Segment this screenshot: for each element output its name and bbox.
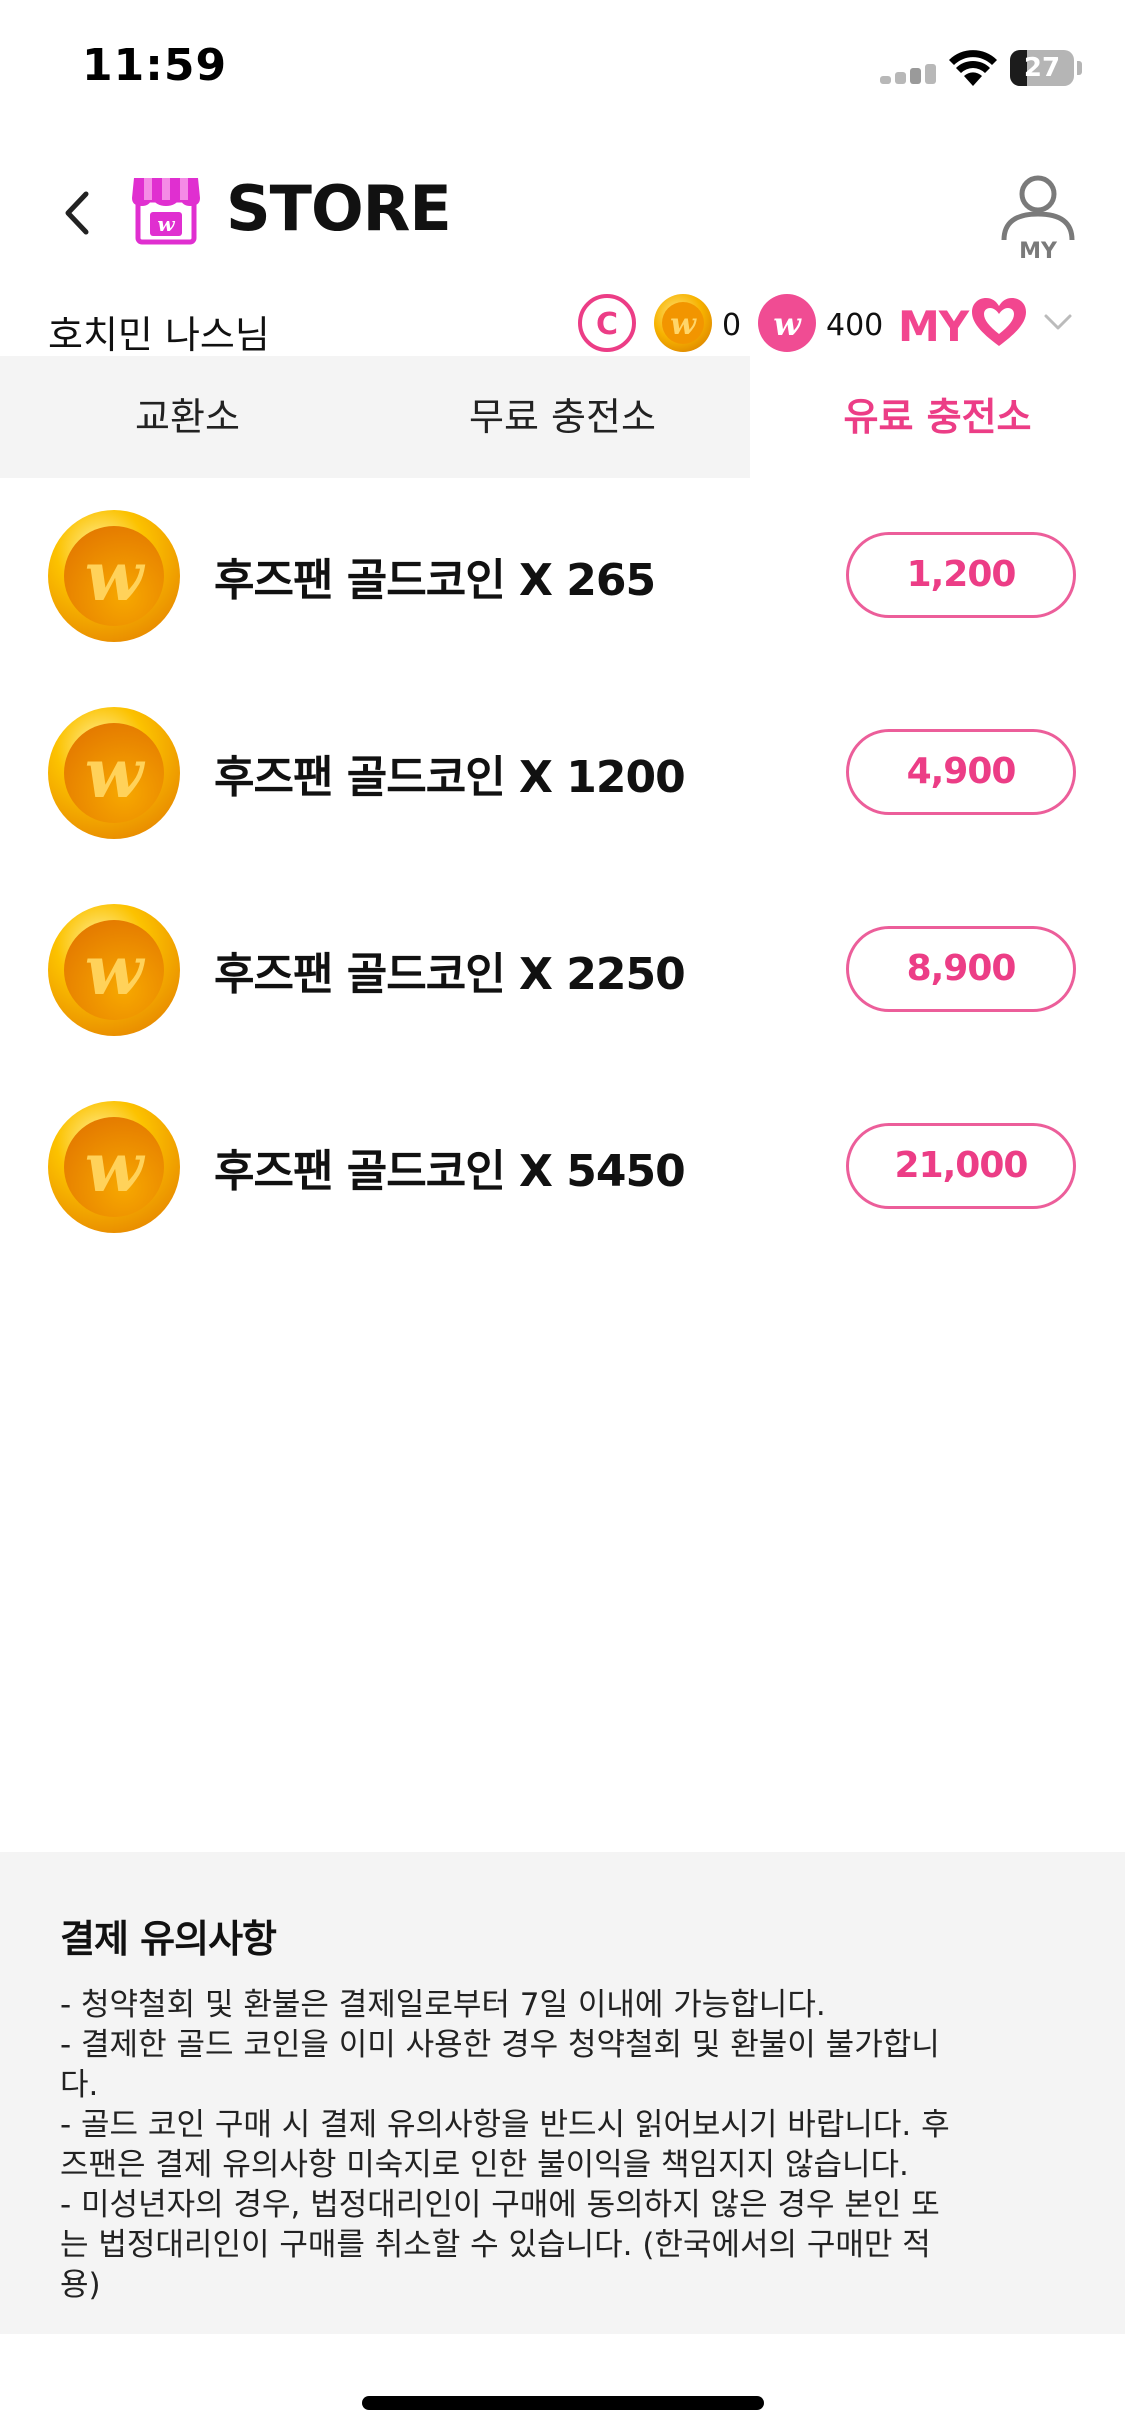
wifi-icon: [949, 50, 997, 86]
product-name: 후즈팬 골드코인 X 265: [214, 555, 656, 606]
back-button[interactable]: [52, 178, 102, 248]
battery-icon: 27: [1010, 50, 1074, 86]
gold-coin-icon: w: [48, 510, 180, 642]
notice-line: 는 법정대리인이 구매를 취소할 수 있습니다. (한국에서의 구매만 적: [60, 2227, 931, 2263]
price-button[interactable]: 4,900: [846, 729, 1076, 815]
gold-coin-icon: w: [654, 294, 712, 352]
product-name: 후즈팬 골드코인 X 1200: [214, 752, 686, 803]
list-item: w 후즈팬 골드코인 X 1200 4,900: [0, 675, 1125, 872]
price-button[interactable]: 8,900: [846, 926, 1076, 1012]
user-name: 호치민 나스님: [48, 313, 270, 357]
status-time: 11:59: [82, 40, 228, 91]
home-indicator[interactable]: [362, 2396, 764, 2410]
notice-line: - 미성년자의 경우, 법정대리인이 구매에 동의하지 않은 경우 본인 또: [60, 2187, 940, 2223]
my-heart-badge[interactable]: MY: [898, 290, 1030, 356]
svg-text:w: w: [85, 734, 146, 814]
svg-text:MY: MY: [1019, 239, 1058, 262]
product-name: 후즈팬 골드코인 X 2250: [214, 949, 686, 1000]
notice-line: 다.: [60, 2067, 99, 2103]
svg-text:w: w: [670, 307, 697, 342]
gold-coin-count: 0: [722, 308, 742, 343]
gold-coin-icon: w: [48, 904, 180, 1036]
my-badge-label: MY: [898, 302, 969, 351]
battery-level: 27: [1023, 53, 1061, 83]
list-item: w 후즈팬 골드코인 X 5450 21,000: [0, 1069, 1125, 1266]
pink-coin-icon: w: [758, 294, 816, 352]
gold-coin-icon: w: [48, 1101, 180, 1233]
gold-coin-icon: w: [48, 707, 180, 839]
notice-line: 즈팬은 결제 유의사항 미숙지로 인한 불이익을 책임지지 않습니다.: [60, 2147, 909, 2183]
my-profile-button[interactable]: MY: [996, 168, 1080, 262]
c-coin-icon: C: [578, 294, 636, 352]
chevron-down-icon[interactable]: [1040, 304, 1076, 340]
tab-exchange[interactable]: 교환소: [0, 356, 375, 478]
svg-text:w: w: [773, 305, 802, 343]
header: w STORE MY: [0, 150, 1125, 280]
store-icon: w: [132, 178, 200, 245]
price-button[interactable]: 1,200: [846, 532, 1076, 618]
price-button[interactable]: 21,000: [846, 1123, 1076, 1209]
heart-icon: [972, 298, 1026, 346]
product-list: w 후즈팬 골드코인 X 265 1,200 w 후즈팬 골드코인 X 1200…: [0, 478, 1125, 1266]
page-title: STORE: [226, 172, 452, 245]
list-item: w 후즈팬 골드코인 X 2250 8,900: [0, 872, 1125, 1069]
tab-free-charge[interactable]: 무료 충전소: [375, 356, 750, 478]
notice-line: - 골드 코인 구매 시 결제 유의사항을 반드시 읽어보시기 바랍니다. 후: [60, 2107, 950, 2143]
notice-line: - 청약철회 및 환불은 결제일로부터 7일 이내에 가능합니다.: [60, 1987, 826, 2023]
notice-line: - 결제한 골드 코인을 이미 사용한 경우 청약철회 및 환불이 불가합니: [60, 2027, 940, 2063]
svg-text:w: w: [157, 212, 175, 236]
svg-text:w: w: [85, 537, 146, 617]
svg-text:C: C: [596, 307, 618, 342]
notice-title: 결제 유의사항: [60, 1917, 277, 1961]
svg-text:w: w: [85, 1128, 146, 1208]
payment-notice: 결제 유의사항 - 청약철회 및 환불은 결제일로부터 7일 이내에 가능합니다…: [0, 1852, 1125, 2334]
battery-cap: [1077, 61, 1082, 75]
list-item: w 후즈팬 골드코인 X 265 1,200: [0, 478, 1125, 675]
status-bar: 11:59 27: [0, 0, 1125, 140]
tab-bar: 교환소 무료 충전소 유료 충전소: [0, 356, 1125, 478]
svg-text:w: w: [85, 931, 146, 1011]
notice-line: 용): [60, 2267, 101, 2303]
store-screen: 11:59 27 w STORE MY 호치민 나스님 C w 0 w 400 …: [0, 0, 1125, 2436]
pink-coin-count: 400: [826, 308, 884, 343]
signal-icon: [880, 62, 938, 84]
tab-paid-charge[interactable]: 유료 충전소: [750, 356, 1125, 478]
product-name: 후즈팬 골드코인 X 5450: [214, 1146, 686, 1197]
